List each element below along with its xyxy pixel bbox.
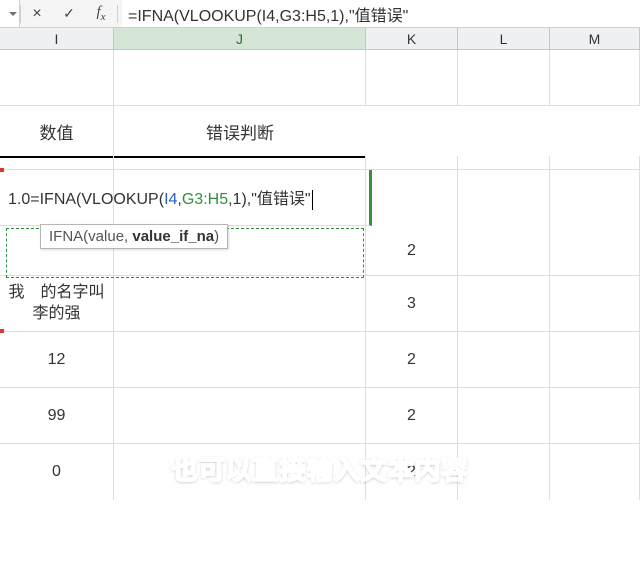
cell[interactable] xyxy=(550,444,640,500)
cell[interactable]: 2 xyxy=(366,226,458,275)
text-caret-icon xyxy=(312,190,313,210)
confirm-button[interactable]: ✓ xyxy=(53,0,85,27)
subtitle-overlay: 也可以直接输入文本内容 xyxy=(171,450,468,487)
header-label: 错误判断 xyxy=(206,119,274,144)
cell[interactable] xyxy=(550,50,640,105)
cell[interactable]: 99 xyxy=(0,388,114,443)
cell[interactable]: 12 xyxy=(0,332,114,387)
cell[interactable]: 0 xyxy=(0,444,114,500)
name-box[interactable] xyxy=(0,0,20,27)
cell[interactable]: 2 xyxy=(366,388,458,443)
column-headers: I J K L M xyxy=(0,28,640,50)
cancel-button[interactable]: × xyxy=(21,0,53,27)
cell[interactable] xyxy=(550,332,640,387)
cells-area: 数值 错误判断 1.0=IFNA(VLOOKUP(I4,G3:H5,1), xyxy=(0,50,640,500)
col-header-J[interactable]: J xyxy=(114,28,366,49)
cell[interactable] xyxy=(366,106,458,156)
fx-icon: fx xyxy=(96,4,105,23)
cell[interactable] xyxy=(114,388,366,443)
col-header-M[interactable]: M xyxy=(550,28,640,49)
cell-editor-text: 1.0=IFNA(VLOOKUP(I4,G3:H5,1),"值错误" xyxy=(8,185,313,210)
cell[interactable] xyxy=(458,106,550,156)
dropdown-arrow-icon xyxy=(9,12,17,16)
col-header-K[interactable]: K xyxy=(366,28,458,49)
separator xyxy=(117,5,118,23)
cell[interactable] xyxy=(0,50,114,105)
cell[interactable] xyxy=(550,106,640,156)
cell[interactable] xyxy=(114,332,366,387)
cell[interactable] xyxy=(366,50,458,105)
cell[interactable]: 3 xyxy=(366,276,458,331)
cell[interactable] xyxy=(114,50,366,105)
cell[interactable] xyxy=(458,276,550,331)
cell[interactable] xyxy=(458,50,550,105)
cell[interactable] xyxy=(458,226,550,275)
cell[interactable]: 2 xyxy=(366,332,458,387)
cell-editor[interactable]: 1.0=IFNA(VLOOKUP(I4,G3:H5,1),"值错误" IFNA(… xyxy=(0,170,372,226)
cell[interactable] xyxy=(366,170,458,226)
cell[interactable] xyxy=(458,388,550,443)
cell[interactable] xyxy=(550,276,640,331)
cell[interactable] xyxy=(550,388,640,443)
cell[interactable] xyxy=(458,444,550,500)
cell[interactable] xyxy=(550,226,640,275)
cell[interactable] xyxy=(366,156,458,169)
function-tooltip[interactable]: IFNA(value, value_if_na) xyxy=(40,224,228,249)
x-icon: × xyxy=(32,5,41,23)
cell[interactable] xyxy=(458,170,550,226)
cell[interactable]: 我 的名字叫李的强 xyxy=(0,276,114,331)
formula-input[interactable] xyxy=(122,0,640,27)
col-header-L[interactable]: L xyxy=(458,28,550,49)
col-header-I[interactable]: I xyxy=(0,28,114,49)
cell[interactable] xyxy=(458,332,550,387)
formula-bar: × ✓ fx xyxy=(0,0,640,28)
cell[interactable] xyxy=(114,156,366,169)
cell[interactable] xyxy=(0,156,114,169)
cell[interactable] xyxy=(550,170,640,226)
check-icon: ✓ xyxy=(63,5,75,22)
header-label: 数值 xyxy=(40,119,74,144)
cell[interactable] xyxy=(550,156,640,169)
insert-function-button[interactable]: fx xyxy=(85,0,117,27)
cell[interactable] xyxy=(458,156,550,169)
header-cell-value[interactable]: 数值 xyxy=(0,106,114,156)
cell[interactable] xyxy=(114,276,366,331)
header-cell-judge[interactable]: 错误判断 xyxy=(114,106,366,156)
